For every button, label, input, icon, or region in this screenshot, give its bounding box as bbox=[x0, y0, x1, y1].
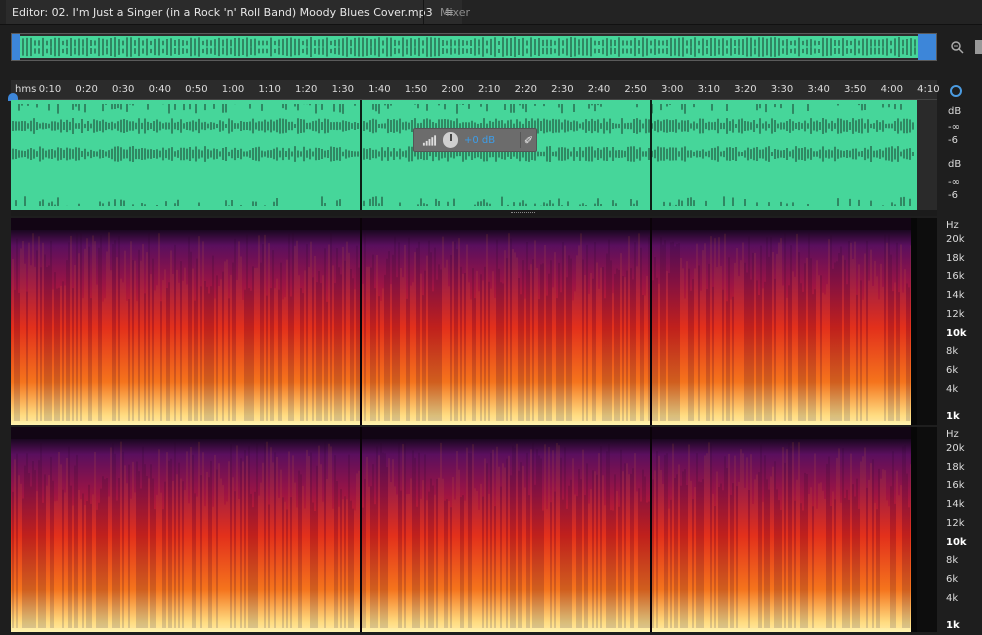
ruler-tick-label: 3:40 bbox=[807, 84, 830, 95]
hz-label: 14k bbox=[946, 499, 965, 510]
hz-unit: Hz bbox=[946, 429, 959, 440]
hz-scale-2: Hz 20k 18k 16k 14k 12k 10k 8k 6k 4k 1k bbox=[940, 427, 982, 632]
ruler-tick-label: 3:00 bbox=[660, 84, 684, 95]
db-six-2: -6 bbox=[948, 190, 958, 201]
overview-waveform bbox=[14, 36, 918, 58]
hz-label: 12k bbox=[946, 309, 965, 320]
ruler-tick-label: 2:10 bbox=[477, 84, 501, 95]
knob-icon[interactable] bbox=[442, 132, 458, 148]
hz-label: 10k bbox=[946, 537, 967, 548]
spectrogram-end-2 bbox=[917, 427, 937, 632]
hz-label: 1k bbox=[946, 411, 960, 422]
snap-icon[interactable] bbox=[950, 85, 962, 97]
hz-label: 20k bbox=[946, 443, 965, 454]
hz-label: 18k bbox=[946, 462, 965, 473]
db-inf-1: -∞ bbox=[948, 122, 960, 133]
overview-left-handle[interactable] bbox=[12, 34, 20, 60]
view-splitter[interactable] bbox=[11, 210, 937, 216]
ruler-tick-label: 4:10 bbox=[917, 84, 940, 95]
waveform-end bbox=[917, 100, 937, 210]
hz-label: 1k bbox=[946, 620, 960, 631]
hz-label: 18k bbox=[946, 253, 965, 264]
ruler-tick-label: 2:40 bbox=[587, 84, 611, 95]
ruler-tick-label: 0:50 bbox=[185, 84, 208, 95]
ruler-tick-label: 1:30 bbox=[331, 84, 355, 95]
hz-label: 4k bbox=[946, 593, 959, 604]
overview-navigator[interactable] bbox=[11, 33, 937, 61]
ruler-tick-label: 2:50 bbox=[624, 84, 647, 95]
ruler-tick-label: 0:10 bbox=[38, 84, 62, 95]
hz-label: 8k bbox=[946, 555, 959, 566]
ruler-tick-label: 0:40 bbox=[148, 84, 172, 95]
ruler-tick-label: 3:30 bbox=[770, 84, 794, 95]
hz-label: 14k bbox=[946, 290, 965, 301]
ruler-tick-label: 0:20 bbox=[75, 84, 98, 95]
hz-label: 20k bbox=[946, 234, 965, 245]
db-unit-1: dB bbox=[948, 106, 962, 117]
volume-hud[interactable]: +0 dB ✐ bbox=[413, 128, 537, 152]
ruler-tick-label: 3:10 bbox=[697, 84, 721, 95]
time-ruler[interactable]: hms 0:10 0:20 0:30 0:40 0:50 1:00 1:10 1:20 1:30… bbox=[11, 80, 940, 100]
overview-right-handle[interactable] bbox=[918, 34, 936, 60]
ruler-tick-label: 2:30 bbox=[551, 84, 574, 95]
pin-icon[interactable]: ✐ bbox=[520, 132, 536, 148]
spectrogram-channel-1[interactable] bbox=[11, 218, 917, 425]
editor-title: Editor: 02. I'm Just a Singer (in a Rock… bbox=[12, 5, 433, 19]
ruler-tick-label: 1:00 bbox=[221, 84, 245, 95]
volume-value: +0 dB bbox=[463, 134, 496, 146]
ruler-tick-label: 0:30 bbox=[111, 84, 135, 95]
ruler-tick-label: 3:20 bbox=[734, 84, 757, 95]
hz-label: 10k bbox=[946, 328, 967, 339]
spectrogram-channel-2[interactable] bbox=[11, 427, 917, 632]
panel-icon[interactable] bbox=[975, 40, 982, 54]
ruler-tick-label: 3:50 bbox=[843, 84, 867, 95]
ruler-tick-label: 1:10 bbox=[258, 84, 281, 95]
waveform-view[interactable] bbox=[11, 100, 917, 210]
ruler-tick-label: 1:40 bbox=[368, 84, 391, 95]
tab-bar: Editor: 02. I'm Just a Singer (in a Rock… bbox=[0, 0, 982, 25]
db-scale: dB -∞ -6 dB -∞ -6 bbox=[940, 100, 982, 210]
hz-label: 6k bbox=[946, 574, 959, 585]
db-inf-2: -∞ bbox=[948, 177, 960, 188]
splitter-grip[interactable] bbox=[511, 212, 535, 215]
ruler-tick-label: 4:00 bbox=[880, 84, 904, 95]
hz-label: 16k bbox=[946, 271, 965, 282]
hz-unit: Hz bbox=[946, 220, 959, 231]
zoom-icon[interactable] bbox=[950, 40, 964, 54]
hz-label: 6k bbox=[946, 365, 959, 376]
ruler-unit: hms bbox=[15, 84, 37, 95]
ruler-tick-label: 2:00 bbox=[441, 84, 464, 95]
hz-label: 16k bbox=[946, 480, 965, 491]
ruler-tick-label: 1:20 bbox=[294, 84, 318, 95]
spectrogram-end-1 bbox=[917, 218, 937, 425]
tab-mixer[interactable]: Mixer bbox=[423, 0, 486, 24]
ruler-tick-label: 2:20 bbox=[514, 84, 538, 95]
volume-icon bbox=[422, 135, 437, 146]
hz-label: 12k bbox=[946, 518, 965, 529]
hz-label: 8k bbox=[946, 346, 959, 357]
ruler-tick-label: 1:50 bbox=[404, 84, 428, 95]
db-six-1: -6 bbox=[948, 135, 958, 146]
tab-editor[interactable]: Editor: 02. I'm Just a Singer (in a Rock… bbox=[6, 0, 462, 24]
db-unit-2: dB bbox=[948, 159, 962, 170]
hz-label: 4k bbox=[946, 384, 959, 395]
hz-scale-1: Hz 20k 18k 16k 14k 12k 10k 8k 6k 4k 1k bbox=[940, 218, 982, 425]
